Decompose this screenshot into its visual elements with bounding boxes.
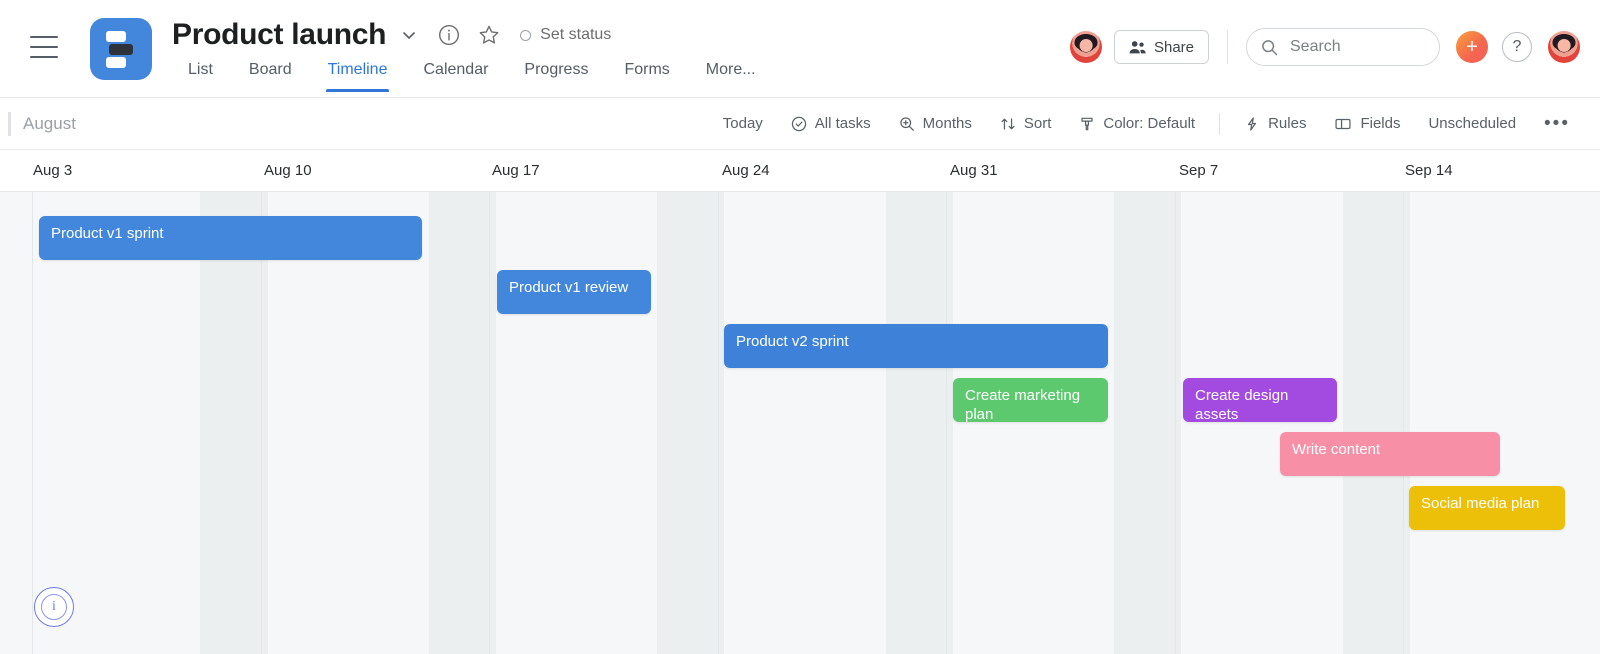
divider xyxy=(1219,113,1220,135)
timeline-bar[interactable]: Product v1 review xyxy=(497,270,651,314)
lightning-bolt-icon xyxy=(1244,116,1260,132)
app-logo[interactable] xyxy=(90,18,152,80)
fields-icon xyxy=(1334,116,1352,132)
info-circle-icon: i xyxy=(41,594,67,620)
today-label: Today xyxy=(723,115,763,132)
all-tasks-filter[interactable]: All tasks xyxy=(777,109,885,139)
weekend-band-5 xyxy=(1343,192,1410,654)
timeline-bar[interactable]: Write content xyxy=(1280,432,1500,476)
week-gridline-0 xyxy=(32,192,33,654)
tab-more[interactable]: More... xyxy=(688,60,774,92)
add-button[interactable]: + xyxy=(1456,31,1488,63)
chevron-down-icon[interactable] xyxy=(392,18,426,52)
date-label-6: Sep 14 xyxy=(1405,162,1453,179)
zoom-icon xyxy=(899,116,915,132)
status-circle-icon xyxy=(520,30,531,41)
tab-list[interactable]: List xyxy=(170,60,231,92)
paint-brush-icon xyxy=(1079,116,1095,132)
date-label-2: Aug 17 xyxy=(492,162,540,179)
tab-timeline[interactable]: Timeline xyxy=(310,60,406,92)
weekend-band-0 xyxy=(200,192,268,654)
rules-button[interactable]: Rules xyxy=(1230,109,1320,139)
timeline-bar[interactable]: Create design assets xyxy=(1183,378,1337,422)
sort-label: Sort xyxy=(1024,115,1052,132)
set-status-label: Set status xyxy=(540,26,611,44)
star-icon[interactable] xyxy=(472,18,506,52)
week-gridline-3 xyxy=(718,192,719,654)
today-button[interactable]: Today xyxy=(709,109,777,139)
page-title: Product launch xyxy=(172,18,386,52)
all-tasks-label: All tasks xyxy=(815,115,871,132)
sort-button[interactable]: Sort xyxy=(986,109,1066,139)
timeline-bar[interactable]: Social media plan xyxy=(1409,486,1565,530)
header-actions: Share Search + ? xyxy=(1070,28,1600,66)
date-label-5: Sep 7 xyxy=(1179,162,1218,179)
month-label: August xyxy=(8,112,76,136)
share-button[interactable]: Share xyxy=(1114,30,1209,64)
search-input[interactable]: Search xyxy=(1246,28,1440,66)
timeline-bar[interactable]: Create marketing plan xyxy=(953,378,1108,422)
share-label: Share xyxy=(1154,39,1194,56)
menu-icon[interactable] xyxy=(30,36,58,58)
timeline-date-header: Aug 3 Aug 10 Aug 17 Aug 24 Aug 31 Sep 7 Sep 14 xyxy=(0,150,1600,192)
sort-arrows-icon xyxy=(1000,116,1016,132)
weekend-band-1 xyxy=(429,192,496,654)
weekend-band-2 xyxy=(657,192,724,654)
tab-forms[interactable]: Forms xyxy=(606,60,687,92)
tab-progress[interactable]: Progress xyxy=(506,60,606,92)
info-fab-button[interactable]: i xyxy=(34,587,74,627)
week-gridline-2 xyxy=(489,192,490,654)
timeline-toolbar: August Today All tasks Months Sort Color… xyxy=(0,98,1600,150)
check-circle-icon xyxy=(791,116,807,132)
weekend-band-4 xyxy=(1114,192,1181,654)
months-label: Months xyxy=(923,115,972,132)
week-gridline-1 xyxy=(261,192,262,654)
week-gridline-4 xyxy=(946,192,947,654)
week-gridline-6 xyxy=(1403,192,1404,654)
timeline-grid[interactable]: i Product v1 sprint Product v1 review Prod… xyxy=(0,192,1600,654)
toolbar-actions: Today All tasks Months Sort Color: Defau… xyxy=(709,109,1600,139)
date-label-3: Aug 24 xyxy=(722,162,770,179)
set-status-button[interactable]: Set status xyxy=(520,26,611,44)
weekend-band-3 xyxy=(886,192,953,654)
info-circle-icon[interactable] xyxy=(432,18,466,52)
timeline-bar[interactable]: Product v2 sprint xyxy=(724,324,1108,368)
tab-board[interactable]: Board xyxy=(231,60,310,92)
fields-label: Fields xyxy=(1360,115,1400,132)
tab-calendar[interactable]: Calendar xyxy=(405,60,506,92)
timeline-bar[interactable]: Product v1 sprint xyxy=(39,216,422,260)
unscheduled-button[interactable]: Unscheduled xyxy=(1414,109,1530,139)
color-button[interactable]: Color: Default xyxy=(1065,109,1209,139)
week-gridline-5 xyxy=(1175,192,1176,654)
search-placeholder: Search xyxy=(1290,38,1341,56)
unscheduled-label: Unscheduled xyxy=(1428,115,1516,132)
date-label-4: Aug 31 xyxy=(950,162,998,179)
rules-label: Rules xyxy=(1268,115,1306,132)
help-button[interactable]: ? xyxy=(1502,32,1532,62)
color-label: Color: Default xyxy=(1103,115,1195,132)
avatar[interactable] xyxy=(1070,31,1102,63)
more-options-button[interactable]: ••• xyxy=(1530,109,1584,139)
fields-button[interactable]: Fields xyxy=(1320,109,1414,139)
people-icon xyxy=(1129,40,1146,55)
date-label-0: Aug 3 xyxy=(33,162,72,179)
view-tabs: List Board Timeline Calendar Progress Fo… xyxy=(170,60,774,92)
divider xyxy=(1227,30,1228,64)
app-header: Product launch Set status List Board Tim… xyxy=(0,0,1600,98)
search-icon xyxy=(1261,39,1278,56)
title-row: Product launch Set status xyxy=(172,18,611,52)
zoom-months-button[interactable]: Months xyxy=(885,109,986,139)
user-avatar[interactable] xyxy=(1548,31,1580,63)
date-label-1: Aug 10 xyxy=(264,162,312,179)
